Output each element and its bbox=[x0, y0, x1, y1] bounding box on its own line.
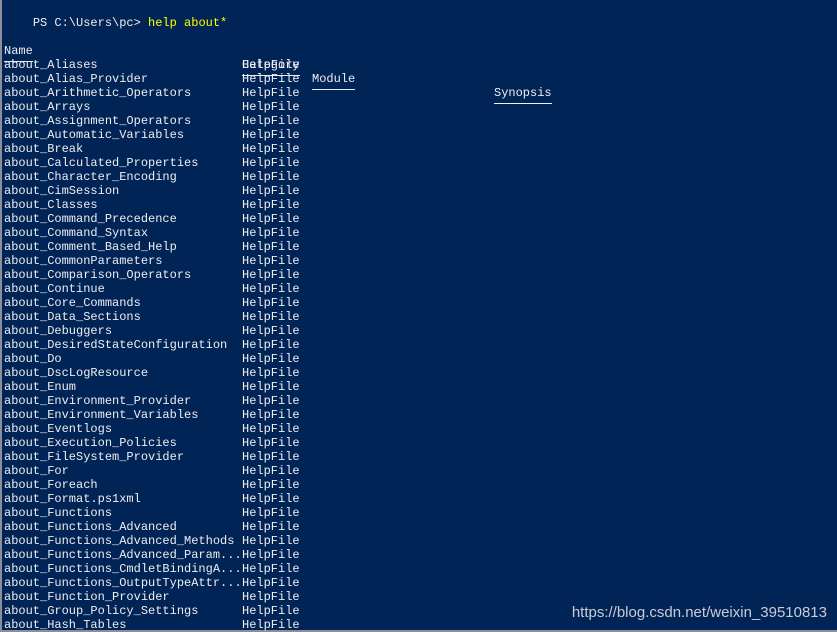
row-name: about_Command_Precedence bbox=[4, 212, 177, 226]
row-name: about_Continue bbox=[4, 282, 105, 296]
row-category: HelpFile bbox=[242, 226, 300, 240]
row-name: about_FileSystem_Provider bbox=[4, 450, 185, 464]
prompt-command: help about* bbox=[148, 16, 228, 30]
row-name: about_Enum bbox=[4, 380, 77, 394]
row-category: HelpFile bbox=[242, 240, 300, 254]
row-name: about_Aliases bbox=[4, 58, 98, 72]
row-category: HelpFile bbox=[242, 520, 300, 534]
row-name: about_Eventlogs bbox=[4, 422, 113, 436]
prompt-line: PS C:\Users\pc> help about* bbox=[4, 2, 227, 30]
row-category: HelpFile bbox=[242, 450, 300, 464]
row-category: HelpFile bbox=[242, 506, 300, 520]
row-category: HelpFile bbox=[242, 618, 300, 632]
row-name: about_Calculated_Properties bbox=[4, 156, 199, 170]
row-category: HelpFile bbox=[242, 114, 300, 128]
row-category: HelpFile bbox=[242, 296, 300, 310]
row-name: about_Classes bbox=[4, 198, 98, 212]
row-category: HelpFile bbox=[242, 310, 300, 324]
row-category: HelpFile bbox=[242, 72, 300, 86]
row-category: HelpFile bbox=[242, 408, 300, 422]
row-name: about_Functions_Advanced_Methods bbox=[4, 534, 235, 548]
row-category: HelpFile bbox=[242, 156, 300, 170]
row-name: about_CimSession bbox=[4, 184, 120, 198]
row-category: HelpFile bbox=[242, 366, 300, 380]
row-category: HelpFile bbox=[242, 576, 300, 590]
row-category: HelpFile bbox=[242, 268, 300, 282]
row-category: HelpFile bbox=[242, 394, 300, 408]
row-category: HelpFile bbox=[242, 352, 300, 366]
row-category: HelpFile bbox=[242, 436, 300, 450]
row-name: about_Comment_Based_Help bbox=[4, 240, 177, 254]
row-name: about_Alias_Provider bbox=[4, 72, 149, 86]
row-name: about_CommonParameters bbox=[4, 254, 163, 268]
row-name: about_Environment_Provider bbox=[4, 394, 192, 408]
row-name: about_Group_Policy_Settings bbox=[4, 604, 199, 618]
row-name: about_Debuggers bbox=[4, 324, 113, 338]
row-category: HelpFile bbox=[242, 478, 300, 492]
row-category: HelpFile bbox=[242, 492, 300, 506]
row-category: HelpFile bbox=[242, 338, 300, 352]
prompt-path: PS C:\Users\pc> bbox=[32, 16, 149, 30]
row-name: about_Foreach bbox=[4, 478, 98, 492]
row-category: HelpFile bbox=[242, 590, 300, 604]
row-category: HelpFile bbox=[242, 534, 300, 548]
row-category: HelpFile bbox=[242, 128, 300, 142]
row-category: HelpFile bbox=[242, 282, 300, 296]
row-name: about_Functions_Advanced bbox=[4, 520, 177, 534]
row-category: HelpFile bbox=[242, 184, 300, 198]
row-category: HelpFile bbox=[242, 142, 300, 156]
row-category: HelpFile bbox=[242, 86, 300, 100]
row-category: HelpFile bbox=[242, 170, 300, 184]
row-category: HelpFile bbox=[242, 562, 300, 576]
watermark: https://blog.csdn.net/weixin_39510813 bbox=[571, 604, 827, 621]
table-header: Name Category Module Synopsis bbox=[4, 30, 837, 104]
row-category: HelpFile bbox=[242, 464, 300, 478]
row-name: about_Functions bbox=[4, 506, 113, 520]
row-category: HelpFile bbox=[242, 548, 300, 562]
row-name: about_Do bbox=[4, 352, 62, 366]
row-name: about_Execution_Policies bbox=[4, 436, 177, 450]
row-name: about_Environment_Variables bbox=[4, 408, 199, 422]
row-name: about_Function_Provider bbox=[4, 590, 170, 604]
powershell-console[interactable]: PS C:\Users\pc> help about* Name Categor… bbox=[0, 0, 837, 632]
row-name: about_DscLogResource bbox=[4, 366, 149, 380]
row-name: about_For bbox=[4, 464, 69, 478]
header-synopsis: Synopsis bbox=[494, 86, 552, 104]
row-name: about_Command_Syntax bbox=[4, 226, 149, 240]
row-name: about_Comparison_Operators bbox=[4, 268, 192, 282]
row-category: HelpFile bbox=[242, 58, 300, 72]
row-name: about_Character_Encoding bbox=[4, 170, 177, 184]
row-name: about_DesiredStateConfiguration bbox=[4, 338, 228, 352]
row-name: about_Arrays bbox=[4, 100, 91, 114]
row-name: about_Assignment_Operators bbox=[4, 114, 192, 128]
row-name: about_Format.ps1xml bbox=[4, 492, 141, 506]
header-module: Module bbox=[312, 72, 356, 90]
row-name: about_Automatic_Variables bbox=[4, 128, 185, 142]
row-category: HelpFile bbox=[242, 604, 300, 618]
row-name: about_Core_Commands bbox=[4, 296, 141, 310]
row-category: HelpFile bbox=[242, 380, 300, 394]
row-name: about_Hash_Tables bbox=[4, 618, 127, 632]
row-category: HelpFile bbox=[242, 198, 300, 212]
row-category: HelpFile bbox=[242, 100, 300, 114]
row-name: about_Functions_CmdletBindingA... bbox=[4, 562, 242, 576]
row-category: HelpFile bbox=[242, 254, 300, 268]
row-name: about_Arithmetic_Operators bbox=[4, 86, 192, 100]
row-name: about_Functions_Advanced_Param... bbox=[4, 548, 242, 562]
row-name: about_Data_Sections bbox=[4, 310, 141, 324]
row-name: about_Break bbox=[4, 142, 84, 156]
row-name: about_Functions_OutputTypeAttr... bbox=[4, 576, 242, 590]
row-category: HelpFile bbox=[242, 324, 300, 338]
row-category: HelpFile bbox=[242, 422, 300, 436]
row-category: HelpFile bbox=[242, 212, 300, 226]
